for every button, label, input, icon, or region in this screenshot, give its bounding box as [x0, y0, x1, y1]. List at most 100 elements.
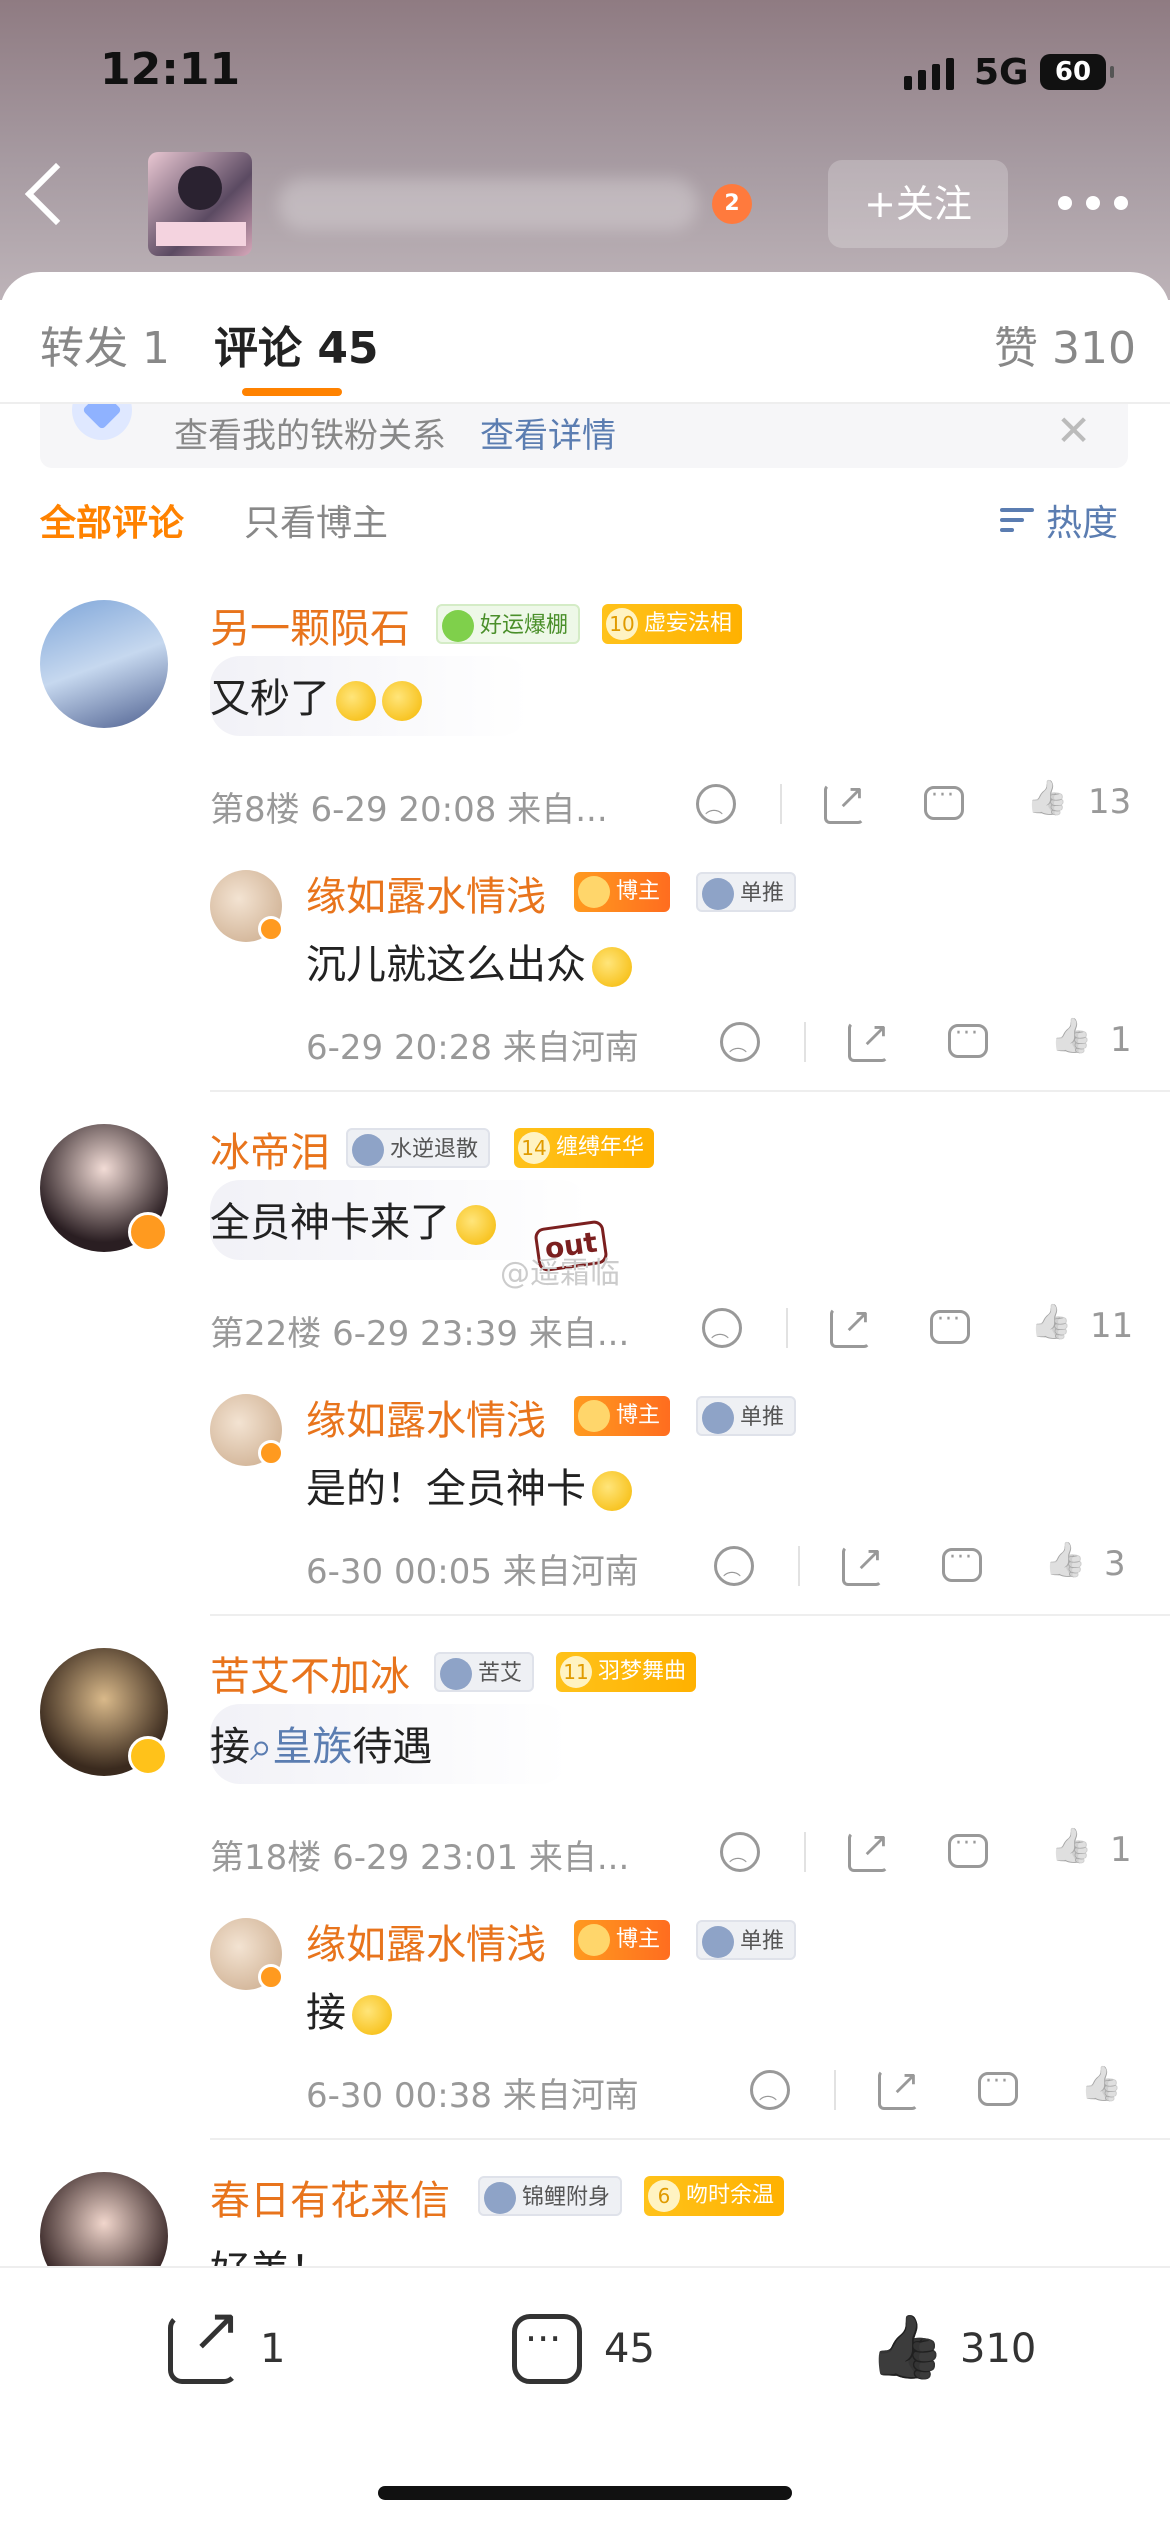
- dislike-icon[interactable]: [720, 1022, 760, 1062]
- sort-icon: [1000, 504, 1038, 536]
- like-icon[interactable]: [1050, 1832, 1090, 1872]
- separator: [834, 2070, 836, 2110]
- like-icon[interactable]: [1044, 1546, 1084, 1586]
- like-icon[interactable]: [1080, 2070, 1120, 2110]
- back-icon[interactable]: [24, 162, 88, 226]
- reply-meta: 6-29 20:28 来自河南: [306, 1028, 639, 1068]
- fan-level-tag[interactable]: 6 吻时余温: [644, 2176, 785, 2216]
- filter-blogger-only[interactable]: 只看博主: [244, 494, 388, 546]
- like-count: 1: [1110, 1020, 1132, 1060]
- watermark: @遥霜临: [500, 1256, 620, 1291]
- emoji-icon: [456, 1205, 496, 1245]
- share-icon[interactable]: [830, 1301, 872, 1348]
- repost-button[interactable]: 1: [168, 2295, 286, 2384]
- user-tag[interactable]: 单推: [696, 1396, 797, 1436]
- repost-count: 1: [260, 2326, 286, 2372]
- verified-badge: [128, 1212, 168, 1252]
- battery-icon: 60: [1040, 54, 1114, 90]
- dislike-icon[interactable]: [696, 784, 736, 824]
- fan-level-tag[interactable]: 10 虚妄法相: [602, 604, 743, 644]
- share-icon[interactable]: [848, 1825, 890, 1872]
- search-icon: ⌕: [250, 1724, 273, 1770]
- like-icon: [868, 2314, 938, 2384]
- blogger-avatar[interactable]: [148, 152, 252, 256]
- user-tag[interactable]: 水逆退散: [346, 1128, 491, 1168]
- share-icon[interactable]: [842, 1539, 884, 1586]
- share-icon[interactable]: [878, 2063, 920, 2110]
- hashtag-link[interactable]: 皇族: [272, 1724, 352, 1770]
- like-icon[interactable]: [1026, 784, 1066, 824]
- filter-all-comments[interactable]: 全部评论: [40, 494, 184, 546]
- blogger-badge: 博主: [574, 1396, 671, 1436]
- comment-text: 接⌕皇族待遇: [210, 1724, 433, 1770]
- like-count: 3: [1104, 1544, 1126, 1584]
- share-icon: [168, 2295, 241, 2384]
- comment-meta: 第18楼 6-29 23:01 来自...: [210, 1838, 630, 1878]
- separator: [804, 1022, 806, 1062]
- comment-icon: [512, 2314, 582, 2384]
- user-tag[interactable]: 单推: [696, 1920, 797, 1960]
- reply-text: 沉儿就这么出众: [306, 932, 632, 990]
- reply-icon[interactable]: [948, 1021, 988, 1058]
- close-icon[interactable]: ✕: [1056, 406, 1091, 455]
- more-options-icon[interactable]: [1058, 196, 1128, 210]
- verified-badge: [258, 916, 284, 942]
- comment-button[interactable]: 45: [512, 2314, 655, 2384]
- reply-icon[interactable]: [942, 1545, 982, 1582]
- reply-icon[interactable]: [930, 1307, 970, 1344]
- user-tag[interactable]: 好运爆棚: [436, 604, 581, 644]
- reply-username[interactable]: 缘如露水情浅: [306, 1388, 546, 1446]
- dislike-icon[interactable]: [702, 1308, 742, 1348]
- fan-banner-link[interactable]: 查看详情: [480, 408, 616, 457]
- comment-username[interactable]: 春日有花来信: [210, 2168, 450, 2226]
- blogger-name-blurred[interactable]: [278, 178, 698, 230]
- fan-level-tag[interactable]: 14 缠缚年华: [514, 1128, 655, 1168]
- home-indicator: [378, 2486, 792, 2500]
- blogger-badge: 博主: [574, 1920, 671, 1960]
- fan-banner-text: 查看我的铁粉关系: [174, 416, 446, 456]
- share-icon[interactable]: [848, 1015, 890, 1062]
- reply-meta: 6-30 00:38 来自河南: [306, 2076, 639, 2116]
- emoji-icon: [592, 947, 632, 987]
- reply-icon[interactable]: [924, 783, 964, 820]
- reply-icon[interactable]: [948, 1831, 988, 1868]
- comment-username[interactable]: 冰帝泪: [210, 1120, 330, 1178]
- user-tag[interactable]: 苦艾: [434, 1652, 535, 1692]
- fan-level-tag[interactable]: 11 羽梦舞曲: [556, 1652, 697, 1692]
- like-icon[interactable]: [1050, 1022, 1090, 1062]
- like-button[interactable]: 310: [868, 2314, 1036, 2384]
- reply-username[interactable]: 缘如露水情浅: [306, 1912, 546, 1970]
- blogger-badge: 博主: [574, 872, 671, 912]
- reply-icon[interactable]: [978, 2069, 1018, 2106]
- emoji-icon: [336, 681, 376, 721]
- dislike-icon[interactable]: [714, 1546, 754, 1586]
- verified-badge: [258, 1440, 284, 1466]
- diamond-icon: [72, 404, 132, 440]
- like-icon[interactable]: [1030, 1308, 1070, 1348]
- separator: [786, 1308, 788, 1348]
- like-count: 13: [1088, 782, 1132, 822]
- user-tag[interactable]: 单推: [696, 872, 797, 912]
- reply-username[interactable]: 缘如露水情浅: [306, 864, 546, 922]
- comment-divider: [210, 2138, 1170, 2140]
- comment-username[interactable]: 苦艾不加冰: [210, 1644, 410, 1702]
- avatar[interactable]: [40, 600, 168, 728]
- verified-badge: [258, 1964, 284, 1990]
- fan-relation-banner: 查看我的铁粉关系 查看详情 ✕: [40, 404, 1128, 468]
- user-tag[interactable]: 锦鲤附身: [478, 2176, 623, 2216]
- active-tab-indicator: [242, 388, 342, 396]
- tab-comments[interactable]: 评论 45: [214, 312, 379, 376]
- tab-reposts[interactable]: 转发 1: [40, 312, 170, 376]
- share-icon[interactable]: [824, 777, 866, 824]
- comment-username[interactable]: 另一颗陨石: [210, 596, 410, 654]
- comment-count: 45: [604, 2326, 655, 2372]
- dislike-icon[interactable]: [720, 1832, 760, 1872]
- tab-likes[interactable]: 赞 310: [994, 312, 1136, 376]
- separator: [804, 1832, 806, 1872]
- vip-level-badge: 2: [712, 184, 752, 224]
- verified-badge: [128, 1736, 168, 1776]
- dislike-icon[interactable]: [750, 2070, 790, 2110]
- sort-by-hot[interactable]: 热度: [1000, 494, 1118, 546]
- follow-button[interactable]: +关注: [828, 160, 1008, 248]
- separator: [798, 1546, 800, 1586]
